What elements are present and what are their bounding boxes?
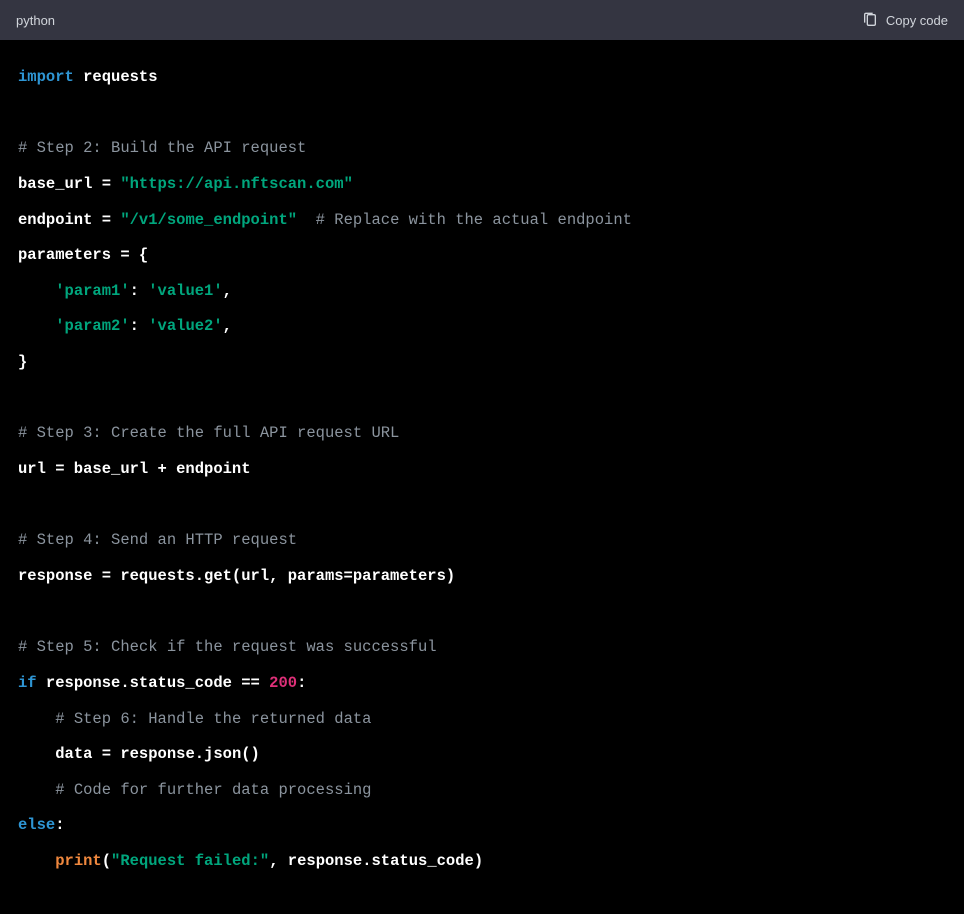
code-token: [18, 282, 55, 300]
code-token: response = requests.get(url, params=para…: [18, 567, 455, 585]
code-token: [18, 317, 55, 335]
code-token: 'value2': [148, 317, 222, 335]
code-token: base_url =: [18, 175, 120, 193]
code-token: 200: [269, 674, 297, 692]
code-content[interactable]: import requests # Step 2: Build the API …: [0, 40, 964, 900]
code-token: (: [102, 852, 111, 870]
code-token: "https://api.nftscan.com": [120, 175, 353, 193]
code-token: # Step 2: Build the API request: [18, 139, 306, 157]
code-token: :: [130, 317, 149, 335]
copy-code-button[interactable]: Copy code: [862, 12, 948, 28]
code-token: data = response.json(): [55, 745, 260, 763]
code-token: import: [18, 68, 74, 86]
code-token: ,: [223, 282, 232, 300]
code-block-header: python Copy code: [0, 0, 964, 40]
code-token: [18, 745, 55, 763]
code-token: endpoint =: [18, 211, 120, 229]
code-token: [297, 211, 316, 229]
code-token: # Step 5: Check if the request was succe…: [18, 638, 437, 656]
code-token: "Request failed:": [111, 852, 269, 870]
code-token: # Replace with the actual endpoint: [316, 211, 632, 229]
code-token: [18, 710, 55, 728]
code-token: # Code for further data processing: [55, 781, 371, 799]
code-token: parameters = {: [18, 246, 148, 264]
code-token: :: [55, 816, 64, 834]
code-token: ,: [223, 317, 232, 335]
clipboard-icon: [862, 12, 878, 28]
code-token: 'value1': [148, 282, 222, 300]
code-token: [18, 781, 55, 799]
code-token: requests: [74, 68, 158, 86]
code-token: # Step 6: Handle the returned data: [55, 710, 371, 728]
code-token: [18, 852, 55, 870]
code-token: if: [18, 674, 37, 692]
code-token: 'param2': [55, 317, 129, 335]
code-token: "/v1/some_endpoint": [120, 211, 297, 229]
code-token: else: [18, 816, 55, 834]
code-token: :: [297, 674, 306, 692]
code-token: }: [18, 353, 27, 371]
code-token: # Step 3: Create the full API request UR…: [18, 424, 399, 442]
language-label: python: [16, 13, 55, 28]
code-token: , response.status_code): [269, 852, 483, 870]
code-token: url = base_url + endpoint: [18, 460, 251, 478]
code-token: # Step 4: Send an HTTP request: [18, 531, 297, 549]
code-token: :: [130, 282, 149, 300]
code-token: print: [55, 852, 102, 870]
code-token: response.status_code ==: [37, 674, 270, 692]
copy-code-label: Copy code: [886, 13, 948, 28]
code-token: 'param1': [55, 282, 129, 300]
